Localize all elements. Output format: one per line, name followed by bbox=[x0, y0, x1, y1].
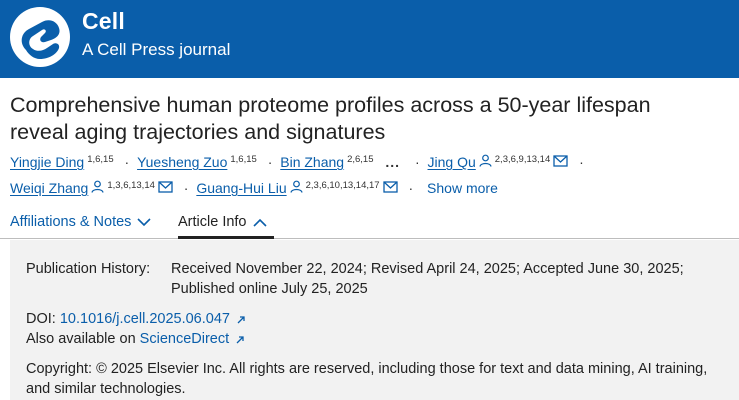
article-tabs: Affiliations & Notes Article Info bbox=[0, 210, 739, 239]
author-affiliations: 2,3,6,9,13,14 bbox=[494, 154, 551, 165]
author-item[interactable]: Yingjie Ding 1,6,15 bbox=[10, 154, 114, 170]
external-link-icon[interactable] bbox=[236, 315, 246, 325]
author-name[interactable]: Yuesheng Zuo bbox=[137, 154, 227, 170]
publication-history-label: Publication History: bbox=[26, 261, 151, 277]
author-name[interactable]: Bin Zhang bbox=[280, 154, 344, 170]
doi-link[interactable]: 10.1016/j.cell.2025.06.047 bbox=[60, 311, 230, 327]
author-ellipsis: ... bbox=[385, 154, 401, 170]
mail-icon[interactable] bbox=[382, 181, 398, 193]
journal-brand[interactable]: Cell bbox=[82, 8, 125, 35]
doi-label: DOI: bbox=[26, 311, 56, 327]
article-title: Comprehensive human proteome profiles ac… bbox=[10, 92, 730, 146]
author-name[interactable]: Weiqi Zhang bbox=[10, 180, 88, 196]
author-affiliations: 1,3,6,13,14 bbox=[107, 180, 155, 191]
doi-row: DOI: 10.1016/j.cell.2025.06.047 bbox=[26, 309, 246, 329]
title-line-1: Comprehensive human proteome profiles ac… bbox=[10, 93, 651, 117]
mail-icon[interactable] bbox=[158, 181, 173, 193]
chevron-up-icon bbox=[252, 218, 267, 227]
author-item[interactable]: Bin Zhang 2,6,15 bbox=[280, 154, 373, 170]
author-separator: · bbox=[124, 154, 130, 170]
tab-label: Affiliations & Notes bbox=[10, 214, 132, 230]
author-item[interactable]: Weiqi Zhang 1,3,6,13,14 bbox=[10, 180, 173, 196]
author-affiliations: 2,6,15 bbox=[347, 154, 374, 165]
person-icon[interactable] bbox=[290, 180, 303, 193]
tab-label: Article Info bbox=[178, 214, 247, 230]
cell-logo-icon[interactable] bbox=[9, 6, 71, 68]
chevron-down-icon bbox=[137, 217, 152, 226]
publication-history-value: Received November 22, 2024; Revised Apri… bbox=[171, 259, 739, 299]
author-separator: · bbox=[267, 154, 273, 170]
author-affiliations: 1,6,15 bbox=[87, 154, 114, 165]
publication-history-line-1: Received November 22, 2024; Revised Apri… bbox=[171, 261, 684, 277]
author-list-continued: Weiqi Zhang 1,3,6,13,14 · Guang-Hui Liu … bbox=[10, 180, 730, 196]
author-separator: · bbox=[183, 180, 189, 196]
author-affiliations: 2,3,6,10,13,14,17 bbox=[305, 180, 380, 191]
author-affiliations: 1,6,15 bbox=[230, 154, 257, 165]
tab-article-info[interactable]: Article Info bbox=[178, 214, 267, 230]
author-item[interactable]: Yuesheng Zuo 1,6,15 bbox=[137, 154, 257, 170]
journal-tagline: A Cell Press journal bbox=[82, 40, 231, 59]
author-separator: · bbox=[579, 154, 584, 170]
author-item[interactable]: Jing Qu 2,3,6,9,13,14 bbox=[428, 154, 569, 170]
active-tab-indicator bbox=[178, 236, 274, 239]
author-item[interactable]: Guang-Hui Liu 2,3,6,10,13,14,17 bbox=[196, 180, 398, 196]
mail-icon[interactable] bbox=[553, 155, 568, 167]
author-name[interactable]: Yingjie Ding bbox=[10, 154, 84, 170]
external-link-icon[interactable] bbox=[235, 335, 245, 345]
person-icon[interactable] bbox=[91, 180, 104, 193]
journal-header: Cell A Cell Press journal bbox=[0, 0, 739, 78]
copyright-notice: Copyright: © 2025 Elsevier Inc. All righ… bbox=[26, 361, 708, 397]
publication-history-line-2: Published online July 25, 2025 bbox=[171, 281, 368, 297]
also-available-row: Also available on ScienceDirect bbox=[26, 329, 245, 349]
show-more-authors-link[interactable]: Show more bbox=[427, 180, 498, 196]
person-icon[interactable] bbox=[479, 154, 492, 167]
author-name[interactable]: Guang-Hui Liu bbox=[196, 180, 286, 196]
title-line-2: reveal aging trajectories and signatures bbox=[10, 120, 386, 144]
author-list: Yingjie Ding 1,6,15 · Yuesheng Zuo 1,6,1… bbox=[10, 154, 730, 170]
tab-affiliations-notes[interactable]: Affiliations & Notes bbox=[10, 214, 152, 230]
author-separator: · bbox=[408, 180, 414, 196]
also-available-label: Also available on bbox=[26, 331, 136, 347]
article-info-panel: Publication History: Received November 2… bbox=[10, 240, 739, 400]
author-name[interactable]: Jing Qu bbox=[428, 154, 476, 170]
sciencedirect-link[interactable]: ScienceDirect bbox=[140, 331, 229, 347]
author-separator: · bbox=[414, 154, 420, 170]
